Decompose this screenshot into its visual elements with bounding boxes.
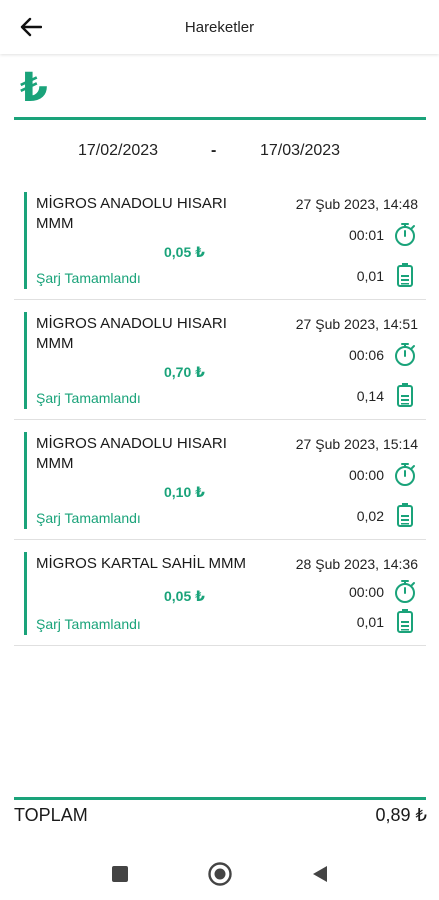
system-nav-bar — [0, 846, 439, 900]
stopwatch-icon — [395, 463, 415, 486]
transaction-card[interactable]: MİGROS ANADOLU HISARI MMM 27 Şub 2023, 1… — [14, 420, 426, 540]
station-name: MİGROS ANADOLU HISARI MMM — [36, 435, 227, 472]
divider — [14, 117, 426, 120]
app-bar: Hareketler — [0, 0, 439, 54]
amount-value: 0,05 ₺ — [164, 244, 205, 260]
total-label: TOPLAM — [14, 805, 88, 825]
station-name: MİGROS ANADOLU HISARI MMM — [36, 315, 227, 352]
energy-value: 0,01 — [356, 614, 384, 630]
energy-value: 0,14 — [356, 388, 384, 404]
accent-bar — [24, 312, 27, 409]
page-title: Hareketler — [184, 19, 255, 36]
transaction-card[interactable]: MİGROS ANADOLU HISARI MMM 27 Şub 2023, 1… — [14, 180, 426, 300]
status-label: Şarj Tamamlandı — [36, 390, 141, 406]
circle-icon — [208, 862, 232, 886]
transaction-datetime: 27 Şub 2023, 14:48 — [295, 196, 418, 212]
transaction-datetime: 27 Şub 2023, 15:14 — [295, 436, 418, 452]
station-name: MİGROS ANADOLU HISARI MMM — [36, 195, 227, 232]
status-label: Şarj Tamamlandı — [36, 270, 141, 286]
stopwatch-icon — [395, 223, 415, 246]
triangle-back-icon — [313, 866, 327, 882]
battery-icon — [397, 263, 413, 287]
system-back-button[interactable] — [306, 860, 334, 888]
date-separator: - — [211, 142, 217, 159]
accent-bar — [24, 552, 27, 635]
total-value: 0,89 ₺ — [375, 805, 428, 825]
date-range: 17/02/2023 - 17/03/2023 — [0, 142, 439, 166]
recents-button[interactable] — [106, 860, 134, 888]
transaction-datetime: 28 Şub 2023, 14:36 — [295, 556, 418, 572]
energy-value: 0,02 — [356, 508, 384, 524]
duration-value: 00:00 — [348, 584, 384, 600]
battery-icon — [397, 383, 413, 407]
battery-icon — [397, 609, 413, 633]
status-label: Şarj Tamamlandı — [36, 616, 141, 632]
date-from-picker[interactable]: 17/02/2023 — [78, 142, 158, 160]
amount-value: 0,70 ₺ — [164, 364, 205, 380]
lira-icon: ₺ — [20, 65, 48, 111]
station-name: MİGROS KARTAL SAHİL MMM — [36, 555, 247, 572]
date-to-picker[interactable]: 17/03/2023 — [260, 142, 340, 160]
amount-value: 0,10 ₺ — [164, 484, 205, 500]
transaction-datetime: 27 Şub 2023, 14:51 — [295, 316, 418, 332]
energy-value: 0,01 — [356, 268, 384, 284]
home-button[interactable] — [206, 860, 234, 888]
transaction-card[interactable]: MİGROS ANADOLU HISARI MMM 27 Şub 2023, 1… — [14, 300, 426, 420]
stopwatch-icon — [395, 580, 415, 603]
transaction-card[interactable]: MİGROS KARTAL SAHİL MMM 28 Şub 2023, 14:… — [14, 540, 426, 646]
duration-value: 00:01 — [348, 227, 384, 243]
battery-icon — [397, 503, 413, 527]
accent-bar — [24, 192, 27, 289]
stopwatch-icon — [395, 343, 415, 366]
accent-bar — [24, 432, 27, 529]
duration-value: 00:06 — [348, 347, 384, 363]
status-label: Şarj Tamamlandı — [36, 510, 141, 526]
duration-value: 00:00 — [348, 467, 384, 483]
square-icon — [112, 866, 128, 882]
total-divider — [14, 797, 426, 800]
amount-value: 0,05 ₺ — [164, 588, 205, 604]
transaction-list: MİGROS ANADOLU HISARI MMM 27 Şub 2023, 1… — [14, 180, 426, 646]
